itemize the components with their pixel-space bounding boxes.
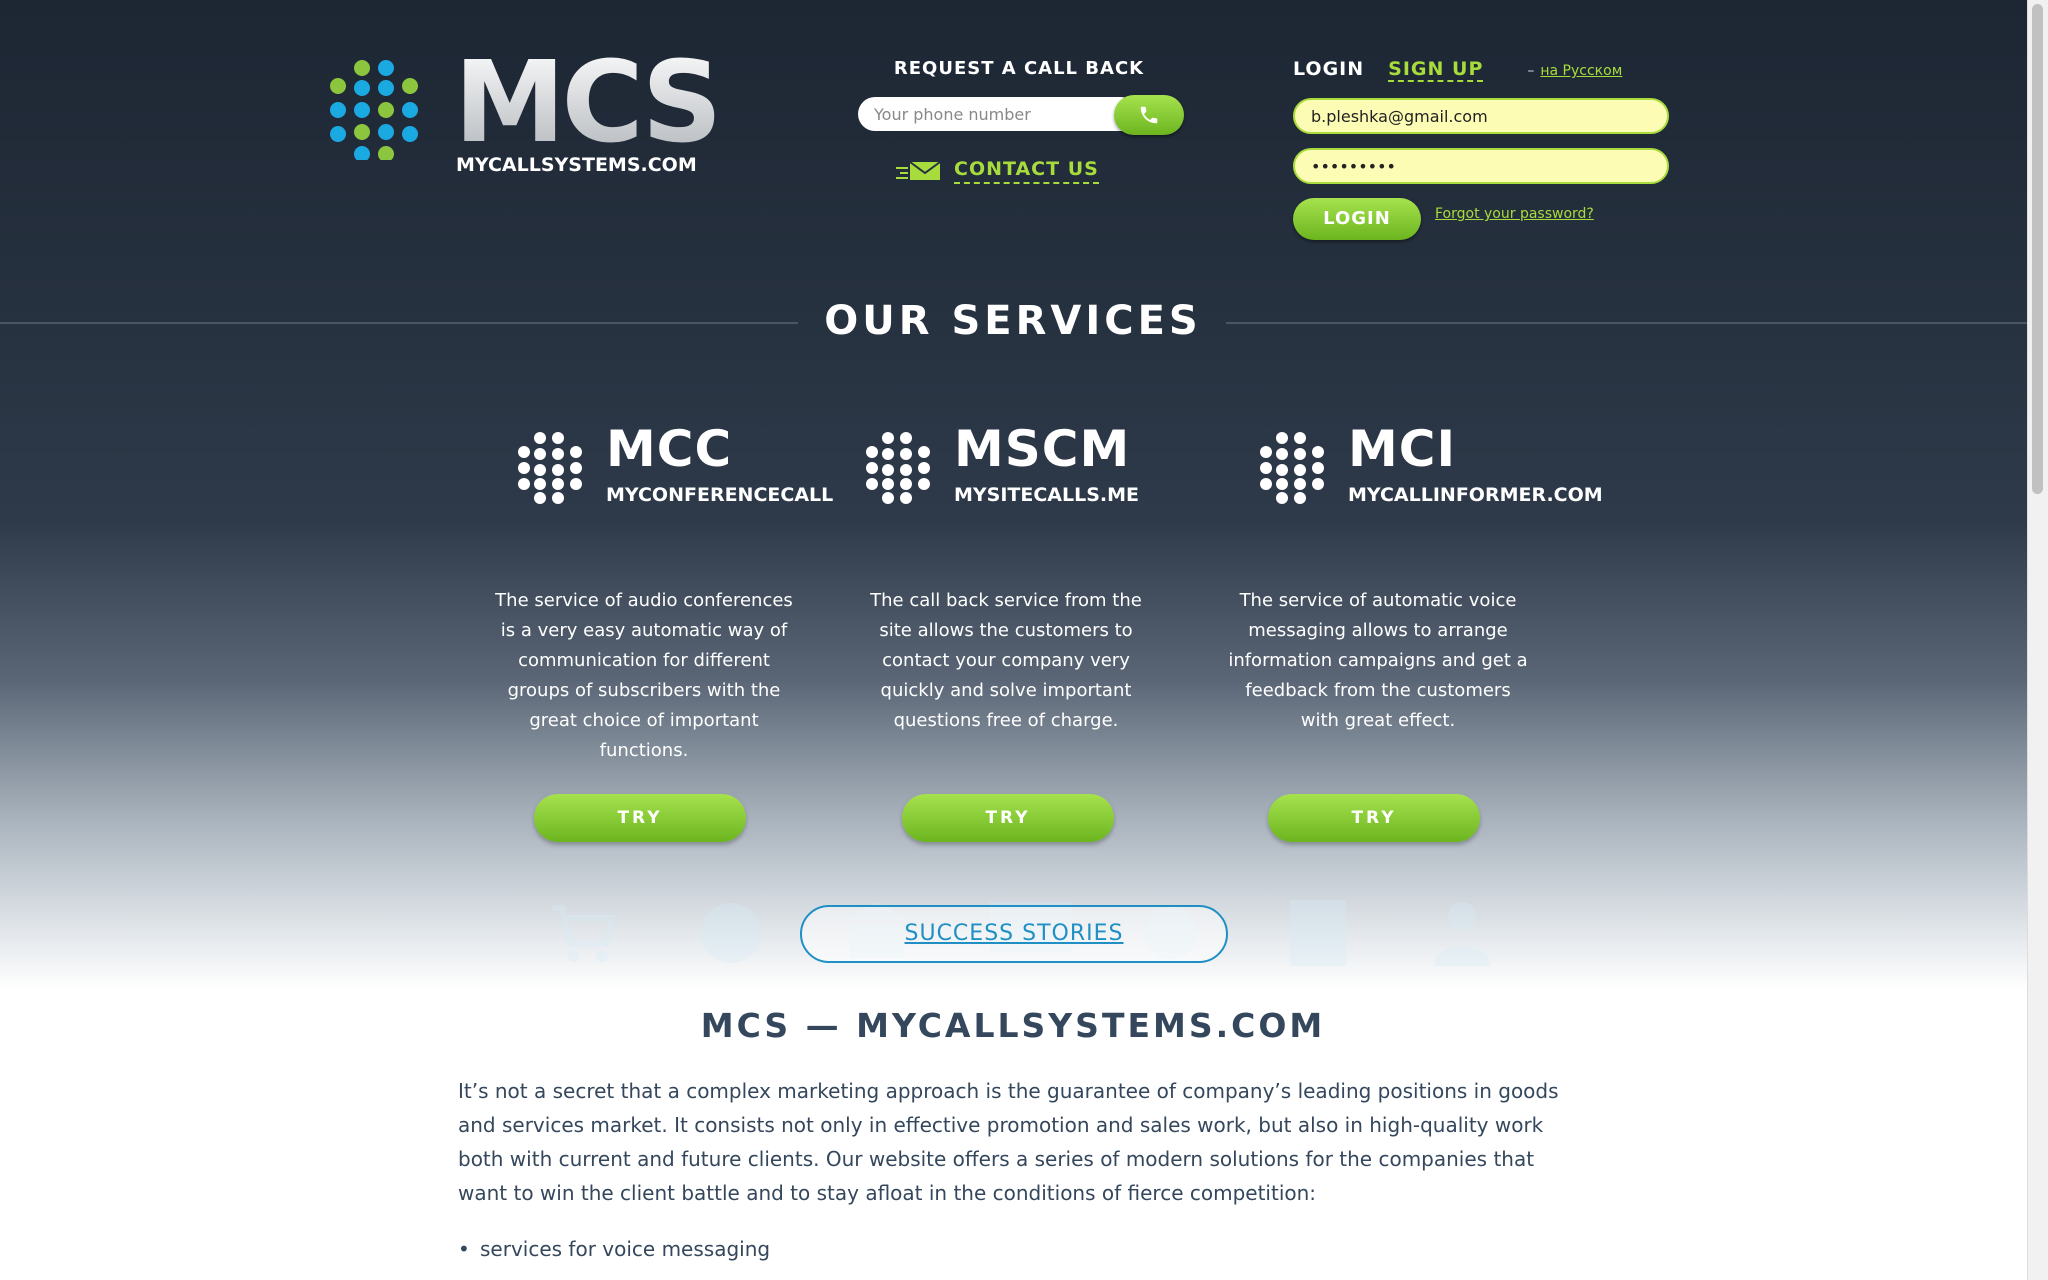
- service-description: The service of automatic voice messaging…: [1228, 590, 1528, 731]
- login-panel: LOGIN SIGN UP – на Русском LOGIN Forgot …: [1293, 58, 1673, 240]
- service-domain: MYSITECALLS.ME: [954, 484, 1140, 506]
- service-name: MSCM: [954, 420, 1131, 478]
- phone-form: [856, 95, 1186, 135]
- calculator-icon: [1290, 900, 1346, 966]
- password-field[interactable]: [1293, 148, 1669, 184]
- service-dots-icon: [1260, 432, 1324, 504]
- person-icon: [1434, 902, 1490, 966]
- service-logo[interactable]: MCC MYCONFERENCECALL: [516, 420, 856, 520]
- login-button[interactable]: LOGIN: [1293, 198, 1421, 240]
- login-tabs: LOGIN SIGN UP – на Русском: [1293, 58, 1673, 84]
- logo-domain: MYCALLSYSTEMS.COM: [456, 154, 697, 176]
- tab-login[interactable]: LOGIN: [1293, 58, 1364, 80]
- phone-input[interactable]: [858, 97, 1138, 131]
- language-switch-link[interactable]: на Русском: [1540, 63, 1622, 79]
- contact-us-label: CONTACT US: [954, 158, 1099, 184]
- language-dash: –: [1527, 63, 1535, 79]
- divider: [0, 322, 798, 324]
- service-card-mscm: MSCM MYSITECALLS.ME The call back servic…: [864, 420, 1204, 842]
- service-card-mci: MCI MYCALLINFORMER.COM The service of au…: [1228, 420, 1603, 842]
- phone-icon: [1140, 106, 1158, 124]
- forgot-password-link[interactable]: Forgot your password?: [1435, 206, 1594, 222]
- service-dots-icon: [866, 432, 930, 504]
- try-button[interactable]: TRY: [902, 794, 1114, 842]
- article-paragraph: It’s not a secret that a complex marketi…: [458, 1079, 1559, 1205]
- service-description: The service of audio conferences is a ve…: [495, 590, 793, 761]
- service-card-mcc: MCC MYCONFERENCECALL The service of audi…: [495, 420, 856, 842]
- service-name: MCC: [606, 420, 733, 478]
- try-button[interactable]: TRY: [534, 794, 746, 842]
- call-back-button[interactable]: [1114, 95, 1184, 135]
- logo-dots-icon: [330, 60, 418, 160]
- service-domain: MYCONFERENCECALL: [606, 484, 834, 506]
- success-stories-button[interactable]: SUCCESS STORIES: [800, 905, 1228, 963]
- article-title: MCS — MYCALLSYSTEMS.COM: [700, 1006, 1326, 1045]
- service-logo[interactable]: MCI MYCALLINFORMER.COM: [1258, 420, 1603, 520]
- contact-us-link[interactable]: CONTACT US: [896, 158, 1099, 184]
- service-dots-icon: [518, 432, 582, 504]
- globe-icon: [701, 903, 761, 963]
- scrollbar-thumb[interactable]: [2032, 4, 2043, 494]
- envelope-icon: [896, 161, 941, 180]
- page: MCS MYCALLSYSTEMS.COM REQUEST A CALL BAC…: [0, 0, 2028, 1280]
- login-actions: LOGIN Forgot your password?: [1293, 198, 1673, 240]
- services-title: OUR SERVICES: [824, 298, 1202, 344]
- service-description: The call back service from the site allo…: [870, 590, 1142, 731]
- divider: [1226, 322, 2028, 324]
- list-item: services for voice messaging: [458, 1232, 770, 1266]
- try-button[interactable]: TRY: [1268, 794, 1480, 842]
- service-name: MCI: [1348, 420, 1457, 478]
- callback-title: REQUEST A CALL BACK: [893, 58, 1145, 79]
- service-logo[interactable]: MSCM MYSITECALLS.ME: [864, 420, 1204, 520]
- tab-signup[interactable]: SIGN UP: [1388, 58, 1484, 82]
- article-list: services for voice messaging: [458, 1232, 770, 1266]
- scrollbar[interactable]: [2027, 0, 2048, 1280]
- cart-icon: [552, 905, 616, 962]
- service-domain: MYCALLINFORMER.COM: [1348, 484, 1603, 506]
- site-logo[interactable]: MCS MYCALLSYSTEMS.COM: [328, 38, 728, 186]
- callback-section: REQUEST A CALL BACK CONTACT US: [856, 58, 1190, 184]
- email-field[interactable]: [1293, 98, 1669, 134]
- logo-wordmark: MCS: [454, 38, 722, 168]
